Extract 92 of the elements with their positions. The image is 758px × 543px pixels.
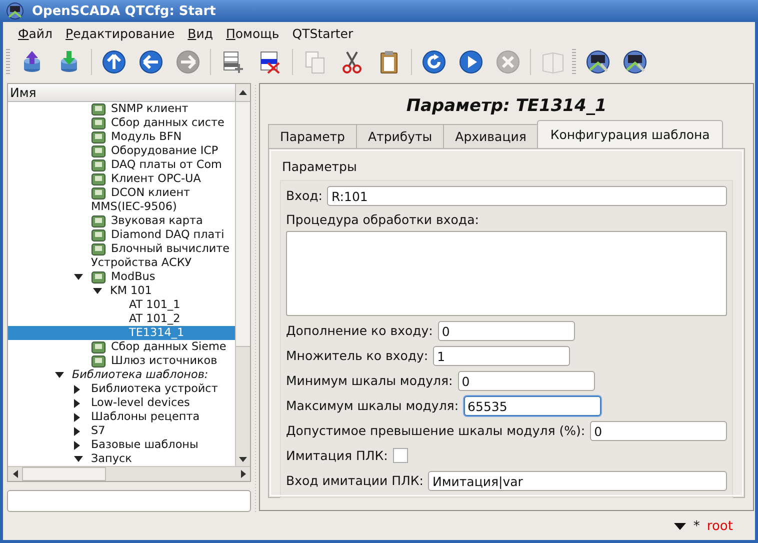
menu-item[interactable]: Файл: [13, 26, 61, 40]
tree-item[interactable]: DAQ платы от Com: [8, 158, 235, 172]
input-field[interactable]: [7, 490, 251, 512]
tree-item[interactable]: KM 101: [8, 284, 235, 298]
triangle-left-icon: [12, 470, 18, 478]
menu-item[interactable]: QTStarter: [287, 26, 362, 40]
module-icon: [91, 130, 106, 144]
tree-item[interactable]: Diamond DAQ платі: [8, 228, 235, 242]
table-cross-icon: [258, 50, 282, 74]
play-icon: [459, 50, 483, 74]
input-field[interactable]: 0: [590, 420, 727, 440]
tab[interactable]: Архивация: [443, 124, 538, 148]
module-icon: [91, 354, 106, 368]
tab[interactable]: Параметр: [268, 124, 357, 148]
input-field[interactable]: R:101: [327, 186, 727, 206]
tab[interactable]: Конфигурация шаблона: [537, 120, 723, 148]
triangle-up-icon: [239, 90, 247, 95]
module-icon: [91, 144, 106, 158]
tree-item[interactable]: Клиент OPC-UA: [8, 172, 235, 186]
tree-item[interactable]: Библиотека устройст: [8, 382, 235, 396]
user-name: root: [706, 519, 733, 534]
tree-item[interactable]: AT 101_1: [8, 298, 235, 312]
tab[interactable]: Атрибуты: [356, 124, 444, 148]
module-icon: [91, 242, 106, 256]
tree-item[interactable]: Запуск: [8, 452, 235, 466]
field-label: Вход:: [286, 188, 322, 203]
tree-item[interactable]: Блочный вычислите: [8, 242, 235, 256]
scrollbar-thumb[interactable]: [22, 467, 106, 481]
module-icon: [91, 228, 106, 242]
module-icon: [91, 102, 106, 116]
status-marker: *: [693, 519, 700, 534]
tree-item[interactable]: Оборудование ICP: [8, 144, 235, 158]
input-field[interactable]: 0: [458, 370, 595, 390]
window-title: OpenSCADA QTCfg: Start: [32, 4, 216, 18]
pages-icon: [303, 50, 327, 74]
arrow-right-icon: [176, 50, 200, 74]
scissors-icon: [340, 50, 364, 74]
tree-item[interactable]: ModBus: [8, 270, 235, 284]
page-title: Параметр: TE1314_1: [405, 96, 608, 118]
triangle-right-icon: [240, 470, 246, 478]
input-field[interactable]: 1: [433, 346, 570, 366]
field-label: Допустимое превышение шкалы модуля (%):: [286, 423, 586, 438]
arrow-up-icon: [102, 50, 126, 74]
module-icon: [91, 270, 106, 284]
menu-item[interactable]: Редактирование: [60, 26, 183, 40]
tree-item[interactable]: Базовые шаблоны: [8, 438, 235, 452]
refresh-icon: [422, 50, 446, 74]
menu-item[interactable]: Помощь: [221, 26, 288, 40]
tree-item[interactable]: Сбор данных систе: [8, 116, 235, 130]
tree-item[interactable]: Звуковая карта: [8, 214, 235, 228]
tree-item[interactable]: AT 101_2: [8, 312, 235, 326]
tree-item[interactable]: TE1314_1: [8, 326, 235, 340]
field-label: Множитель ко входу:: [286, 348, 428, 363]
input-field[interactable]: 65535: [464, 396, 601, 416]
scroll-up-button[interactable]: [235, 84, 250, 101]
tree-item[interactable]: Low-level devices: [8, 396, 235, 410]
tree-item[interactable]: Модуль BFN: [8, 130, 235, 144]
field-label: Дополнение ко входу:: [286, 323, 433, 338]
tree-item[interactable]: Библиотека шаблонов:: [8, 368, 235, 382]
module-icon: [91, 186, 106, 200]
field-label: Процедура обработки входа:: [286, 212, 480, 227]
tree-item[interactable]: MMS(IEC-9506): [8, 200, 235, 214]
input-field[interactable]: 0: [438, 320, 575, 340]
field-label: Минимум шкалы модуля:: [286, 373, 453, 388]
checkbox[interactable]: [392, 448, 408, 463]
tree-item[interactable]: S7: [8, 424, 235, 438]
module-icon: [91, 116, 106, 130]
cross-circle-icon: [496, 50, 520, 74]
arrow-left-icon: [139, 50, 163, 74]
tree-item[interactable]: Шаблоны рецепта: [8, 410, 235, 424]
book-icon: [541, 50, 565, 74]
horizontal-scrollbar[interactable]: [8, 466, 250, 481]
triangle-down-icon: [674, 523, 686, 530]
table-plus-icon: [221, 50, 245, 74]
tree-item[interactable]: DCON клиент: [8, 186, 235, 200]
tree-item[interactable]: Шлюз источников: [8, 354, 235, 368]
field-label: Имитация ПЛК:: [286, 448, 388, 463]
tree-item[interactable]: SNMP клиент: [8, 102, 235, 116]
tree-item[interactable]: Сбор данных Sieme: [8, 340, 235, 354]
module-icon: [91, 158, 106, 172]
module-icon: [91, 340, 106, 354]
input-field[interactable]: Имитация|var: [428, 470, 727, 490]
scrollbar-thumb[interactable]: [236, 102, 250, 347]
triangle-down-icon: [239, 456, 247, 462]
module-icon: [91, 172, 106, 186]
tree-item[interactable]: Устройства АСКУ: [8, 256, 235, 270]
group-title: Параметры: [282, 159, 358, 174]
module-icon: [91, 214, 106, 228]
field-label: Максимум шкалы модуля:: [286, 398, 459, 413]
menu-item[interactable]: Вид: [182, 26, 221, 40]
vertical-scrollbar[interactable]: [235, 102, 250, 466]
field-label: Вход имитации ПЛК:: [286, 473, 424, 488]
